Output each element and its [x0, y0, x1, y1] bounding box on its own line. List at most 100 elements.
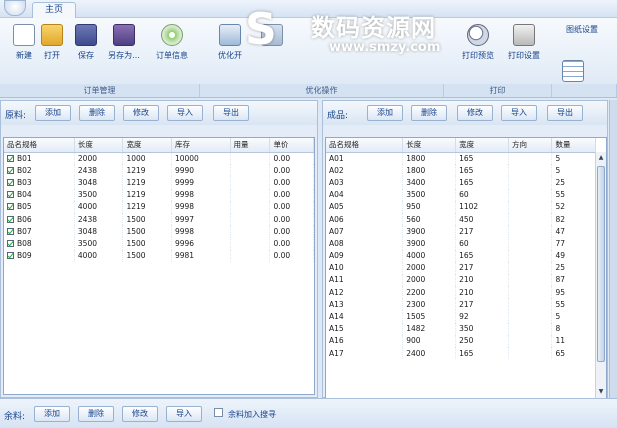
- column-header[interactable]: 长度: [74, 138, 124, 153]
- table-cell: [508, 164, 553, 177]
- row-checkbox[interactable]: [7, 252, 14, 260]
- materials-add-button[interactable]: 添加: [35, 105, 71, 121]
- table-cell: 4000: [74, 200, 124, 213]
- cell-text: B09: [17, 251, 32, 261]
- row-checkbox[interactable]: [7, 166, 14, 174]
- table-cell: 2000: [402, 273, 457, 287]
- table-cell: 2438: [74, 212, 124, 226]
- materials-toolbar: 原料: 添加 删除 修改 导入 导出: [1, 101, 317, 125]
- table-cell: 3048: [74, 225, 124, 238]
- table-row[interactable]: B05 4000 1219 9998 0.00: [4, 200, 314, 213]
- table-cell: A17: [326, 347, 404, 360]
- table-row[interactable]: B08 3500 1500 9996 0.00: [4, 237, 314, 250]
- column-header[interactable]: 宽度: [455, 138, 509, 153]
- table-cell: 0.00: [269, 152, 314, 165]
- table-cell: 65: [551, 347, 596, 360]
- order-info-icon: [161, 24, 183, 46]
- row-checkbox[interactable]: [7, 154, 14, 162]
- table-row[interactable]: B02 2438 1219 9990 0.00: [4, 164, 314, 177]
- print-settings-button[interactable]: 打印设置: [502, 24, 546, 82]
- tab-home[interactable]: 主页: [32, 2, 76, 19]
- table-row[interactable]: B01 2000 1000 10000 0.00: [4, 152, 314, 165]
- table-cell: 1219: [122, 176, 172, 189]
- table-row[interactable]: A09 4000 165 49: [326, 249, 596, 262]
- save-as-label: 另存为...: [108, 51, 140, 60]
- table-row[interactable]: B09 4000 1500 9981 0.00: [4, 249, 314, 262]
- save-as-button[interactable]: 另存为...: [102, 24, 146, 82]
- include-offcuts-checkbox[interactable]: [214, 408, 223, 417]
- table-row[interactable]: A10 2000 217 25: [326, 261, 596, 274]
- table-row[interactable]: A07 3900 217 47: [326, 225, 596, 238]
- row-checkbox[interactable]: [7, 178, 14, 186]
- column-header[interactable]: 品名规格: [326, 138, 404, 153]
- table-cell: 3500: [402, 188, 457, 201]
- column-header[interactable]: 单价: [269, 138, 314, 153]
- materials-export-button[interactable]: 导出: [213, 105, 249, 121]
- table-row[interactable]: A08 3900 60 77: [326, 237, 596, 250]
- table-row[interactable]: A02 1800 165 5: [326, 164, 596, 177]
- row-checkbox[interactable]: [7, 191, 14, 199]
- column-header[interactable]: 宽度: [122, 138, 172, 153]
- table-cell: 5: [551, 152, 596, 165]
- scroll-up-icon[interactable]: ▲: [596, 152, 606, 164]
- table-row[interactable]: A01 1800 165 5: [326, 152, 596, 165]
- products-edit-button[interactable]: 修改: [457, 105, 493, 121]
- table-row[interactable]: A17 2400 165 65: [326, 347, 596, 360]
- materials-edit-button[interactable]: 修改: [123, 105, 159, 121]
- offcut-add-button[interactable]: 添加: [34, 406, 70, 422]
- table-cell: 1505: [402, 310, 457, 323]
- table-cell: 47: [551, 225, 596, 238]
- table-row[interactable]: A12 2200 210 95: [326, 286, 596, 299]
- products-add-button[interactable]: 添加: [367, 105, 403, 121]
- column-header[interactable]: 品名规格: [4, 138, 75, 153]
- folder-open-icon: [41, 24, 63, 46]
- table-row[interactable]: A11 2000 210 87: [326, 273, 596, 287]
- products-scrollbar[interactable]: ▲ ▼: [595, 152, 606, 398]
- products-delete-button[interactable]: 删除: [411, 105, 447, 121]
- order-info-button[interactable]: 订单信息: [150, 24, 194, 82]
- materials-delete-button[interactable]: 删除: [79, 105, 115, 121]
- row-checkbox[interactable]: [7, 215, 14, 223]
- table-row[interactable]: A16 900 250 11: [326, 334, 596, 347]
- offcut-import-button[interactable]: 导入: [166, 406, 202, 422]
- offcut-delete-button[interactable]: 删除: [78, 406, 114, 422]
- optimize-button[interactable]: 优化开: [208, 24, 252, 82]
- table-cell: 82: [551, 212, 596, 226]
- materials-import-button[interactable]: 导入: [167, 105, 203, 121]
- column-header[interactable]: 方向: [508, 138, 553, 153]
- row-checkbox[interactable]: [7, 203, 14, 211]
- products-export-button[interactable]: 导出: [547, 105, 583, 121]
- drawing-settings-button[interactable]: 图纸设置: [560, 24, 604, 82]
- scrollbar-thumb[interactable]: [597, 166, 605, 362]
- table-cell: 1482: [402, 322, 457, 335]
- table-cell: 165: [455, 152, 509, 165]
- scroll-down-icon[interactable]: ▼: [596, 386, 606, 398]
- table-row[interactable]: A06 560 450 82: [326, 212, 596, 226]
- table-cell: [508, 310, 553, 323]
- column-header[interactable]: 库存: [171, 138, 231, 153]
- offcut-edit-button[interactable]: 修改: [122, 406, 158, 422]
- group-print: 打印: [444, 84, 552, 97]
- column-header[interactable]: 数量: [551, 138, 596, 153]
- table-row[interactable]: A14 1505 92 5: [326, 310, 596, 323]
- column-header[interactable]: 用量: [230, 138, 271, 153]
- table-row[interactable]: A03 3400 165 25: [326, 176, 596, 189]
- products-toolbar: 成品: 添加 删除 修改 导入 导出: [323, 101, 607, 125]
- table-row[interactable]: A04 3500 60 55: [326, 188, 596, 201]
- app-menu-button[interactable]: [4, 0, 26, 16]
- column-header[interactable]: 长度: [402, 138, 457, 153]
- table-cell: 9998: [171, 200, 231, 213]
- row-checkbox[interactable]: [7, 227, 14, 235]
- table-row[interactable]: B06 2438 1500 9997 0.00: [4, 212, 314, 226]
- table-row[interactable]: B04 3500 1219 9998 0.00: [4, 188, 314, 201]
- table-row[interactable]: A15 1482 350 8: [326, 322, 596, 335]
- table-row[interactable]: A05 950 1102 52: [326, 200, 596, 213]
- products-import-button[interactable]: 导入: [501, 105, 537, 121]
- generate-button[interactable]: [250, 24, 294, 82]
- table-row[interactable]: A13 2300 217 55: [326, 298, 596, 311]
- table-cell: A06: [326, 212, 404, 226]
- print-preview-button[interactable]: 打印预览: [456, 24, 500, 82]
- table-row[interactable]: B07 3048 1500 9998 0.00: [4, 225, 314, 238]
- row-checkbox[interactable]: [7, 239, 14, 247]
- table-row[interactable]: B03 3048 1219 9999 0.00: [4, 176, 314, 189]
